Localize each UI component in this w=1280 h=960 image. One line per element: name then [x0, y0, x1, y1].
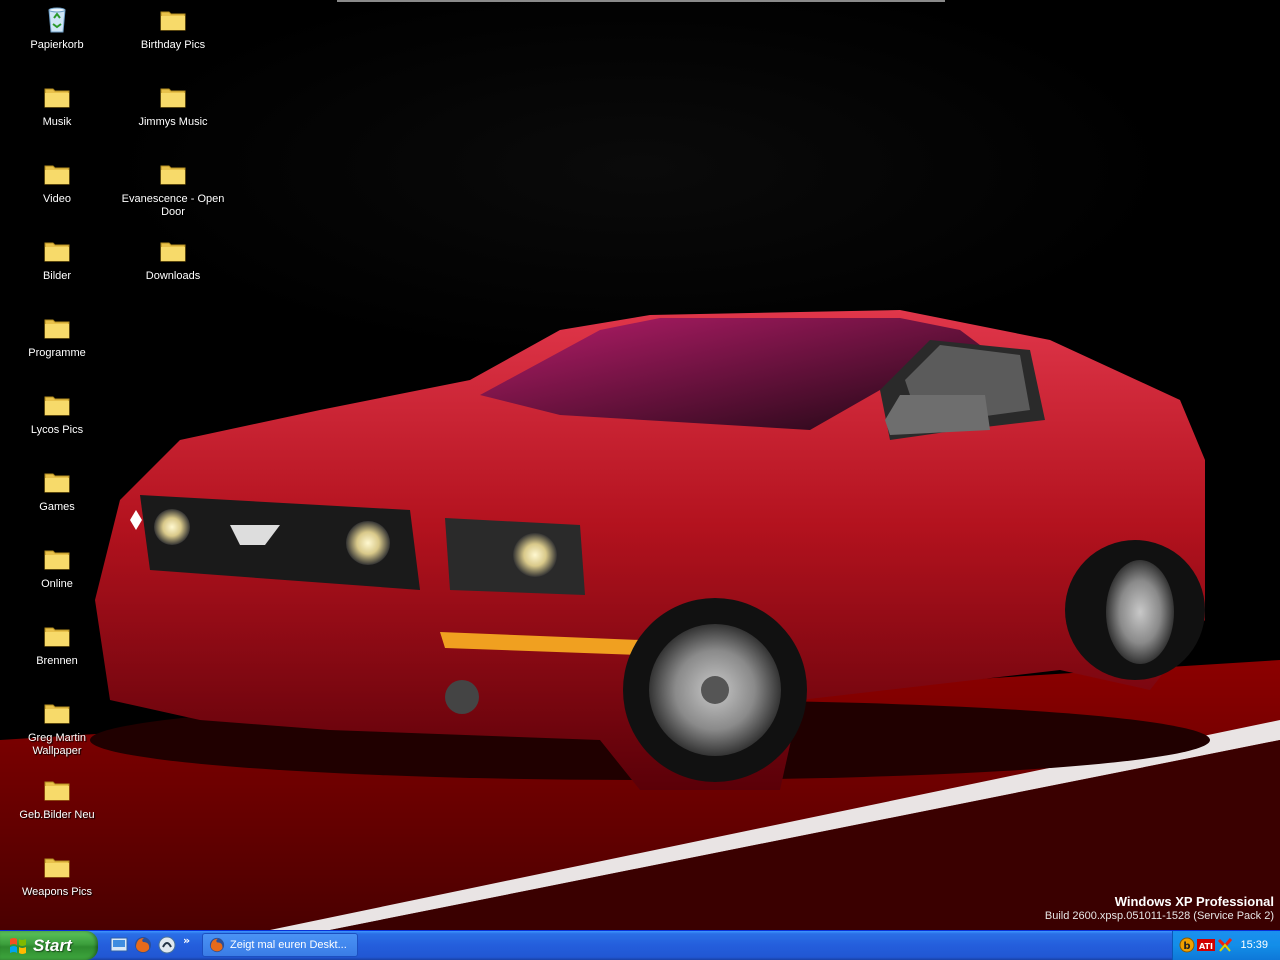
- folder-icon: [44, 858, 70, 878]
- taskbar-item-title: Zeigt mal euren Deskt...: [230, 939, 347, 951]
- folder-icon: [44, 242, 70, 262]
- desktop-icon-programme[interactable]: Programme: [2, 312, 112, 360]
- desktop-icon-label: Papierkorb: [30, 39, 84, 51]
- desktop-icon-brennen[interactable]: Brennen: [2, 620, 112, 668]
- system-tray: b ATI 15:39: [1172, 931, 1280, 960]
- folder-icon: [44, 88, 70, 108]
- desktop-icon-label: Weapons Pics: [21, 886, 93, 898]
- os-name: Windows XP Professional: [1114, 894, 1274, 909]
- folder-icon: [44, 550, 70, 570]
- desktop-icon-label: Downloads: [145, 270, 201, 282]
- quick-launch-overflow-chevron-icon[interactable]: »: [183, 934, 190, 947]
- desktop-icon-weapons-pics[interactable]: Weapons Pics: [2, 851, 112, 899]
- media-player-icon[interactable]: [158, 936, 176, 954]
- folder-icon: [160, 242, 186, 262]
- desktop-icon-label: Bilder: [42, 270, 72, 282]
- desktop-icon-label: Lycos Pics: [30, 424, 84, 436]
- folder-icon: [44, 319, 70, 339]
- desktop-icon-label: Games: [39, 501, 75, 513]
- show-desktop-icon[interactable]: [110, 936, 128, 954]
- os-build: Build 2600.xpsp.051011-1528 (Service Pac…: [1044, 910, 1274, 922]
- desktop-icon-label: Brennen: [36, 655, 78, 667]
- folder-icon: [44, 165, 70, 185]
- bitcomet-icon[interactable]: b: [1179, 937, 1195, 953]
- desktop-icon-papierkorb[interactable]: Papierkorb: [2, 4, 112, 52]
- windows-flag-icon: [10, 938, 26, 954]
- desktop-icon-label: Birthday Pics: [140, 39, 206, 51]
- folder-icon: [160, 11, 186, 31]
- desktop-icon-birthday-pics[interactable]: Birthday Pics: [118, 4, 228, 52]
- taskbar: Start » Zeigt mal euren Deskt... b ATI 1…: [0, 930, 1280, 960]
- desktop-icon-video[interactable]: Video: [2, 158, 112, 206]
- ati-icon[interactable]: ATI: [1197, 937, 1215, 953]
- desktop-icon-online[interactable]: Online: [2, 543, 112, 591]
- desktop-icon-label: Evanescence - Open Door: [121, 193, 225, 218]
- svg-text:ATI: ATI: [1199, 942, 1213, 951]
- desktop-icon-label: Jimmys Music: [138, 116, 208, 128]
- desktop-icon-musik[interactable]: Musik: [2, 81, 112, 129]
- desktop-icon-geb-bilder-neu[interactable]: Geb.Bilder Neu: [2, 774, 112, 822]
- desktop-icon-label: Online: [41, 578, 73, 590]
- os-version-watermark: Windows XP Professional Build 2600.xpsp.…: [1045, 894, 1274, 923]
- desktop-icon-jimmys-music[interactable]: Jimmys Music: [118, 81, 228, 129]
- wallpaper: [0, 310, 1280, 930]
- folder-icon: [44, 396, 70, 416]
- desktop-icon-label: Greg Martin Wallpaper: [27, 732, 87, 757]
- firefox-icon: [209, 937, 225, 953]
- recycle-bin-icon: [48, 7, 66, 33]
- desktop-icon-label: Geb.Bilder Neu: [19, 809, 95, 821]
- folder-icon: [44, 781, 70, 801]
- antivirus-icon[interactable]: [1217, 937, 1233, 953]
- desktop-icon-greg-martin-wallpaper[interactable]: Greg Martin Wallpaper: [2, 697, 112, 758]
- folder-icon: [44, 627, 70, 647]
- folder-icon: [160, 165, 186, 185]
- folder-icon: [44, 473, 70, 493]
- firefox-icon[interactable]: [134, 936, 152, 954]
- taskbar-clock[interactable]: 15:39: [1240, 931, 1268, 960]
- desktop[interactable]: Papierkorb Birthday Pics Musik Jimmys Mu…: [0, 0, 1280, 930]
- desktop-icon-label: Musik: [42, 116, 72, 128]
- desktop-icon-games[interactable]: Games: [2, 466, 112, 514]
- folder-icon: [160, 88, 186, 108]
- start-label: Start: [33, 936, 72, 955]
- desktop-icon-evanescence[interactable]: Evanescence - Open Door: [118, 158, 228, 219]
- desktop-icon-label: Video: [43, 193, 71, 205]
- desktop-icon-lycos-pics[interactable]: Lycos Pics: [2, 389, 112, 437]
- desktop-icon-bilder[interactable]: Bilder: [2, 235, 112, 283]
- folder-icon: [44, 704, 70, 724]
- desktop-icon-downloads[interactable]: Downloads: [118, 235, 228, 283]
- top-window-edge: [337, 0, 945, 2]
- svg-text:b: b: [1183, 941, 1190, 952]
- desktop-icon-label: Programme: [28, 347, 86, 359]
- start-button[interactable]: Start: [0, 931, 98, 960]
- taskbar-item-firefox-window[interactable]: Zeigt mal euren Deskt...: [202, 933, 358, 957]
